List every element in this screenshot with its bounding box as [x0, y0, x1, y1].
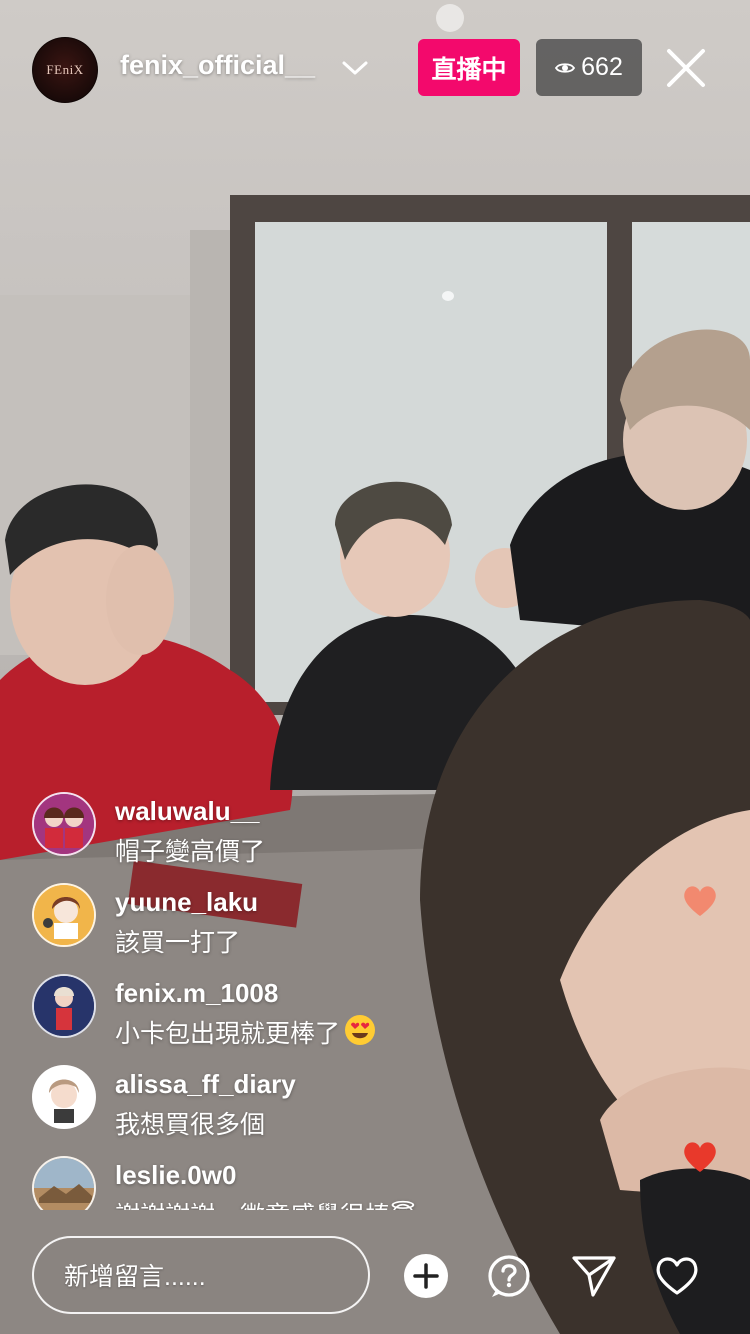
- comment-text: 帽子變高價了: [115, 838, 266, 866]
- commenter-avatar[interactable]: [32, 974, 96, 1038]
- avatar-illustration: [34, 1067, 94, 1127]
- live-badge: 直播中: [418, 39, 520, 96]
- commenter-avatar[interactable]: [32, 1156, 96, 1210]
- comment-item: yuune_laku 該買一打了: [32, 883, 492, 974]
- floating-heart-icon: [684, 1142, 716, 1172]
- comment-text: 謝謝謝謝，徽章感覺很棒😇: [115, 1196, 416, 1210]
- commenter-avatar[interactable]: [32, 792, 96, 856]
- heart-eyes-emoji-icon: [345, 1015, 376, 1045]
- avatar-illustration: [34, 1158, 94, 1210]
- commenter-username[interactable]: yuune_laku: [115, 887, 258, 918]
- comment-text-content: 小卡包出現就更棒了: [115, 1020, 341, 1048]
- host-avatar-logo: FEniX: [46, 62, 84, 77]
- viewer-count: 662: [581, 53, 623, 81]
- question-icon[interactable]: [488, 1253, 534, 1299]
- close-icon[interactable]: [664, 46, 708, 90]
- comment-text: 小卡包出現就更棒了: [115, 1014, 376, 1050]
- heart-icon[interactable]: [654, 1253, 700, 1299]
- comment-item: leslie.0w0 謝謝謝謝，徽章感覺很棒😇: [32, 1156, 492, 1210]
- commenter-username[interactable]: waluwalu__: [115, 796, 260, 827]
- eye-icon: [555, 62, 576, 73]
- add-circle-icon[interactable]: [403, 1253, 449, 1299]
- commenter-username[interactable]: fenix.m_1008: [115, 978, 278, 1009]
- floating-heart-icon: [684, 886, 716, 916]
- comment-item: alissa_ff_diary 我想買很多個: [32, 1065, 492, 1156]
- comment-text: 該買一打了: [115, 929, 241, 957]
- commenter-avatar[interactable]: [32, 883, 96, 947]
- host-username[interactable]: fenix_official__: [120, 50, 315, 81]
- avatar-illustration: [34, 794, 94, 854]
- chevron-down-icon[interactable]: [341, 58, 369, 78]
- comment-input[interactable]: 新增留言......: [32, 1236, 370, 1314]
- send-icon[interactable]: [571, 1253, 617, 1299]
- avatar-illustration: [34, 976, 94, 1036]
- avatar-illustration: [34, 885, 94, 945]
- comment-text: 我想買很多個: [115, 1111, 266, 1139]
- comment-item: fenix.m_1008 小卡包出現就更棒了: [32, 974, 492, 1065]
- host-avatar[interactable]: FEniX: [32, 37, 98, 103]
- viewer-count-badge[interactable]: 662: [536, 39, 642, 96]
- comment-item: waluwalu__ 帽子變高價了: [32, 792, 492, 883]
- commenter-username[interactable]: alissa_ff_diary: [115, 1069, 296, 1100]
- commenter-avatar[interactable]: [32, 1065, 96, 1129]
- comment-list[interactable]: waluwalu__ 帽子變高價了 yuune_laku 該買一打了 fenix…: [32, 792, 492, 1210]
- commenter-username[interactable]: leslie.0w0: [115, 1160, 236, 1191]
